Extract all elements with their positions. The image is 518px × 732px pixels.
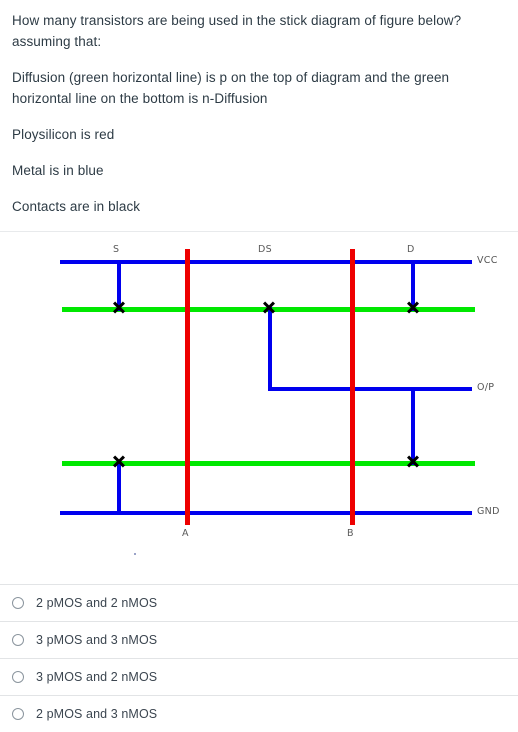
radio-button-icon[interactable]: [12, 671, 24, 683]
question-paragraph-4: Metal is in blue: [12, 163, 104, 178]
contact-drain-pdiff: [406, 300, 420, 314]
contact-source-pdiff: [112, 300, 126, 314]
contact-source-ndiff: [112, 454, 126, 468]
rail-label-gnd: GND: [477, 506, 500, 517]
radio-button-icon[interactable]: [12, 634, 24, 646]
rail-label-vcc: VCC: [477, 255, 498, 266]
answer-option-label: 2 pMOS and 2 nMOS: [36, 596, 158, 610]
question-paragraph-2: Diffusion (green horizontal line) is p o…: [12, 70, 450, 106]
answer-option-label: 2 pMOS and 3 nMOS: [36, 707, 158, 721]
answer-option-3[interactable]: 3 pMOS and 2 nMOS: [0, 658, 518, 695]
question-paragraph-1: How many transistors are being used in t…: [12, 13, 462, 49]
polysilicon-gate-b: [350, 249, 355, 525]
question-paragraph-5: Contacts are in black: [12, 199, 141, 214]
image-artifact-speck: [134, 553, 136, 555]
gnd-metal-rail: [60, 511, 472, 515]
node-label-drain: D: [407, 244, 415, 255]
output-metal-rail: [268, 387, 472, 391]
answer-option-label: 3 pMOS and 3 nMOS: [36, 633, 158, 647]
node-label-source: S: [113, 244, 120, 255]
stick-diagram-figure: S DS D A B VCC O/P GND: [0, 232, 518, 572]
metal-via-ds-output: [268, 307, 272, 391]
answer-options-list: 2 pMOS and 2 nMOS 3 pMOS and 3 nMOS 3 pM…: [0, 584, 518, 732]
contact-drain-ndiff: [406, 454, 420, 468]
node-label-drain-source: DS: [258, 244, 272, 255]
gate-label-a: A: [182, 528, 189, 539]
radio-button-icon[interactable]: [12, 708, 24, 720]
metal-via-ndiff-gnd: [117, 461, 121, 515]
answer-option-1[interactable]: 2 pMOS and 2 nMOS: [0, 584, 518, 621]
answer-option-4[interactable]: 2 pMOS and 3 nMOS: [0, 695, 518, 732]
polysilicon-gate-a: [185, 249, 190, 525]
answer-option-label: 3 pMOS and 2 nMOS: [36, 670, 158, 684]
radio-button-icon[interactable]: [12, 597, 24, 609]
contact-ds-pdiff: [262, 300, 276, 314]
question-body: How many transistors are being used in t…: [0, 0, 518, 217]
gate-label-b: B: [347, 528, 354, 539]
question-paragraph-3: Ploysilicon is red: [12, 127, 115, 142]
answer-option-2[interactable]: 3 pMOS and 3 nMOS: [0, 621, 518, 658]
rail-label-output: O/P: [477, 382, 495, 393]
